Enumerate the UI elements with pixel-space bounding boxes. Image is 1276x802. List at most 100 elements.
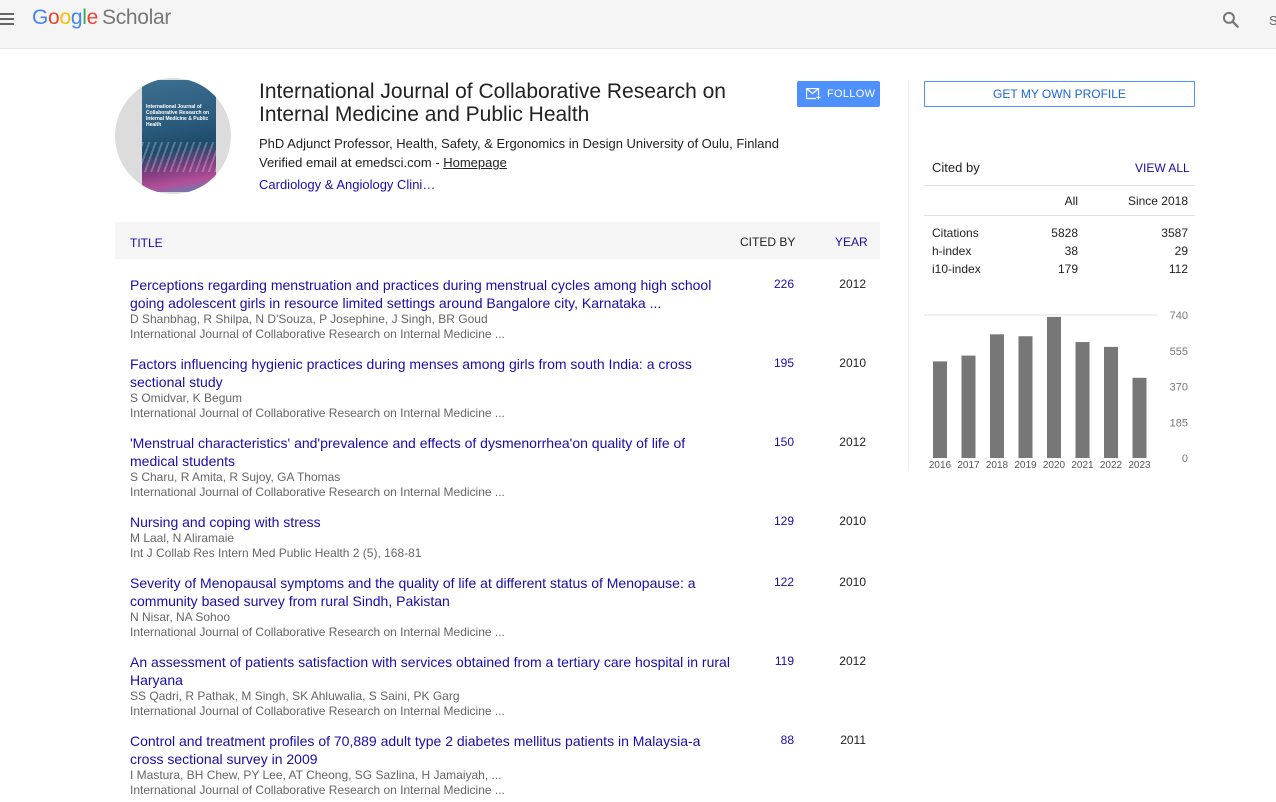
chart-x-tick-label: 2016 xyxy=(929,460,952,471)
chart-y-tick-label: 185 xyxy=(1170,417,1188,429)
divider xyxy=(924,215,1195,216)
cover-decoration xyxy=(142,142,216,172)
article-cited-count[interactable]: 226 xyxy=(744,277,794,291)
article-row: An assessment of patients satisfaction w… xyxy=(130,653,880,719)
article-title-link[interactable]: Factors influencing hygienic practices d… xyxy=(130,355,730,391)
article-authors: SS Qadri, R Pathak, M Singh, SK Ahluwali… xyxy=(130,689,460,703)
search-icon[interactable] xyxy=(1221,10,1241,30)
stat-label-h-index: h-index xyxy=(932,244,972,258)
follow-button[interactable]: FOLLOW xyxy=(797,81,880,107)
article-authors: M Laal, N Aliramaie xyxy=(130,531,235,545)
chart-x-tick-label: 2023 xyxy=(1128,460,1151,471)
article-authors: I Mastura, BH Chew, PY Lee, AT Cheong, S… xyxy=(130,768,502,782)
article-year: 2012 xyxy=(839,435,866,449)
article-row: Severity of Menopausal symptoms and the … xyxy=(130,574,880,640)
article-row: Factors influencing hygienic practices d… xyxy=(130,355,880,421)
article-authors: S Charu, R Amita, R Sujoy, GA Thomas xyxy=(130,470,341,484)
article-venue: International Journal of Collaborative R… xyxy=(130,704,505,718)
cited-by-heading: Cited by xyxy=(932,160,980,175)
chart-bar xyxy=(1047,316,1061,458)
stats-header-since: Since 2018 xyxy=(1127,194,1188,208)
article-authors: D Shanbhag, R Shilpa, N D'Souza, P Josep… xyxy=(130,312,488,326)
article-authors: S Omidvar, K Begum xyxy=(130,391,243,405)
stat-citations-all: 5828 xyxy=(1051,226,1078,240)
chart-y-tick-label: 370 xyxy=(1170,382,1188,394)
column-divider xyxy=(908,80,909,470)
chart-bar xyxy=(990,334,1004,458)
view-all-link[interactable]: VIEW ALL xyxy=(1135,161,1190,175)
article-cited-count[interactable]: 195 xyxy=(744,356,794,370)
profile-name: International Journal of Collaborative R… xyxy=(259,80,726,126)
article-year: 2010 xyxy=(839,356,866,370)
follow-label: FOLLOW xyxy=(827,88,876,100)
article-venue: International Journal of Collaborative R… xyxy=(130,485,505,499)
homepage-link[interactable]: Homepage xyxy=(443,155,507,170)
stat-citations-since: 3587 xyxy=(1161,226,1188,240)
journal-cover-image: International Journal of Collaborative R… xyxy=(142,80,216,192)
chart-x-tick-label: 2022 xyxy=(1100,460,1123,471)
chart-x-tick-label: 2018 xyxy=(986,460,1009,471)
sort-by-title[interactable]: TITLE xyxy=(130,236,163,250)
cover-title: International Journal of Collaborative R… xyxy=(146,104,210,128)
stat-label-i10-index: i10-index xyxy=(932,262,981,276)
article-title-link[interactable]: Control and treatment profiles of 70,889… xyxy=(130,732,730,768)
cited-by-column-header[interactable]: CITED BY xyxy=(740,235,795,249)
divider xyxy=(924,185,1195,186)
article-venue: Int J Collab Res Intern Med Public Healt… xyxy=(130,546,422,560)
chart-x-tick-label: 2021 xyxy=(1071,460,1094,471)
sort-by-year[interactable]: YEAR xyxy=(835,235,868,249)
article-row: Nursing and coping with stress M Laal, N… xyxy=(130,513,880,561)
article-venue: International Journal of Collaborative R… xyxy=(130,783,505,797)
article-title-link[interactable]: 'Menstrual characteristics' and'prevalen… xyxy=(130,434,730,470)
chart-bar xyxy=(961,355,976,458)
article-cited-count[interactable]: 150 xyxy=(744,435,794,449)
article-title-link[interactable]: An assessment of patients satisfaction w… xyxy=(130,653,730,689)
menu-icon[interactable] xyxy=(0,13,16,27)
articles-table-header: TITLE CITED BY YEAR xyxy=(115,222,880,259)
get-my-own-profile-button[interactable]: GET MY OWN PROFILE xyxy=(924,81,1195,107)
chart-bar xyxy=(1132,377,1147,458)
envelope-plus-icon xyxy=(806,88,821,100)
stat-i10-index-all: 179 xyxy=(1057,262,1078,276)
chart-x-tick-label: 2017 xyxy=(957,460,980,471)
article-cited-count[interactable]: 88 xyxy=(744,733,794,747)
article-year: 2010 xyxy=(839,514,866,528)
article-cited-count[interactable]: 122 xyxy=(744,575,794,589)
stats-header-all: All xyxy=(1064,194,1078,208)
top-bar: Google Scholar S xyxy=(0,0,1276,49)
article-venue: International Journal of Collaborative R… xyxy=(130,406,505,420)
article-cited-count[interactable]: 129 xyxy=(744,514,794,528)
article-row: 'Menstrual characteristics' and'prevalen… xyxy=(130,434,880,500)
sign-in-link[interactable]: S xyxy=(1269,13,1276,28)
article-title-link[interactable]: Perceptions regarding menstruation and p… xyxy=(130,276,730,312)
article-venue: International Journal of Collaborative R… xyxy=(130,625,505,639)
chart-x-tick-label: 2019 xyxy=(1014,460,1037,471)
article-row: Control and treatment profiles of 70,889… xyxy=(130,732,880,798)
stat-i10-index-since: 112 xyxy=(1168,262,1188,276)
article-venue: International Journal of Collaborative R… xyxy=(130,327,505,341)
chart-y-tick-label: 0 xyxy=(1182,453,1188,465)
article-year: 2010 xyxy=(839,575,866,589)
avatar: International Journal of Collaborative R… xyxy=(115,78,231,194)
citations-per-year-chart: 740 555 370 185 0 2016 2017 2018 2019 2020 2021 202… xyxy=(924,310,1188,471)
stat-label-citations: Citations xyxy=(932,226,979,240)
chart-x-tick-label: 2020 xyxy=(1043,460,1066,471)
chart-bar xyxy=(1075,342,1090,458)
chart-bar xyxy=(933,361,947,458)
google-scholar-logo[interactable]: Google Scholar xyxy=(32,6,171,30)
article-title-link[interactable]: Nursing and coping with stress xyxy=(130,513,730,531)
article-title-link[interactable]: Severity of Menopausal symptoms and the … xyxy=(130,574,730,610)
chart-y-tick-label: 740 xyxy=(1170,310,1188,322)
chart-bar xyxy=(1104,346,1118,458)
chart-y-tick-label: 555 xyxy=(1170,346,1188,358)
chart-bar xyxy=(1018,336,1033,458)
stat-h-index-since: 29 xyxy=(1174,244,1188,258)
article-row: Perceptions regarding menstruation and p… xyxy=(130,276,880,342)
profile-affiliation: PhD Adjunct Professor, Health, Safety, &… xyxy=(259,136,779,151)
verified-email-text: Verified email at emedsci.com - xyxy=(259,155,444,170)
article-year: 2012 xyxy=(839,654,866,668)
article-cited-count[interactable]: 119 xyxy=(744,654,794,668)
article-authors: N Nisar, NA Sohoo xyxy=(130,610,231,624)
stat-h-index-all: 38 xyxy=(1064,244,1078,258)
research-interest-link[interactable]: Cardiology & Angiology Clini… xyxy=(259,177,435,192)
